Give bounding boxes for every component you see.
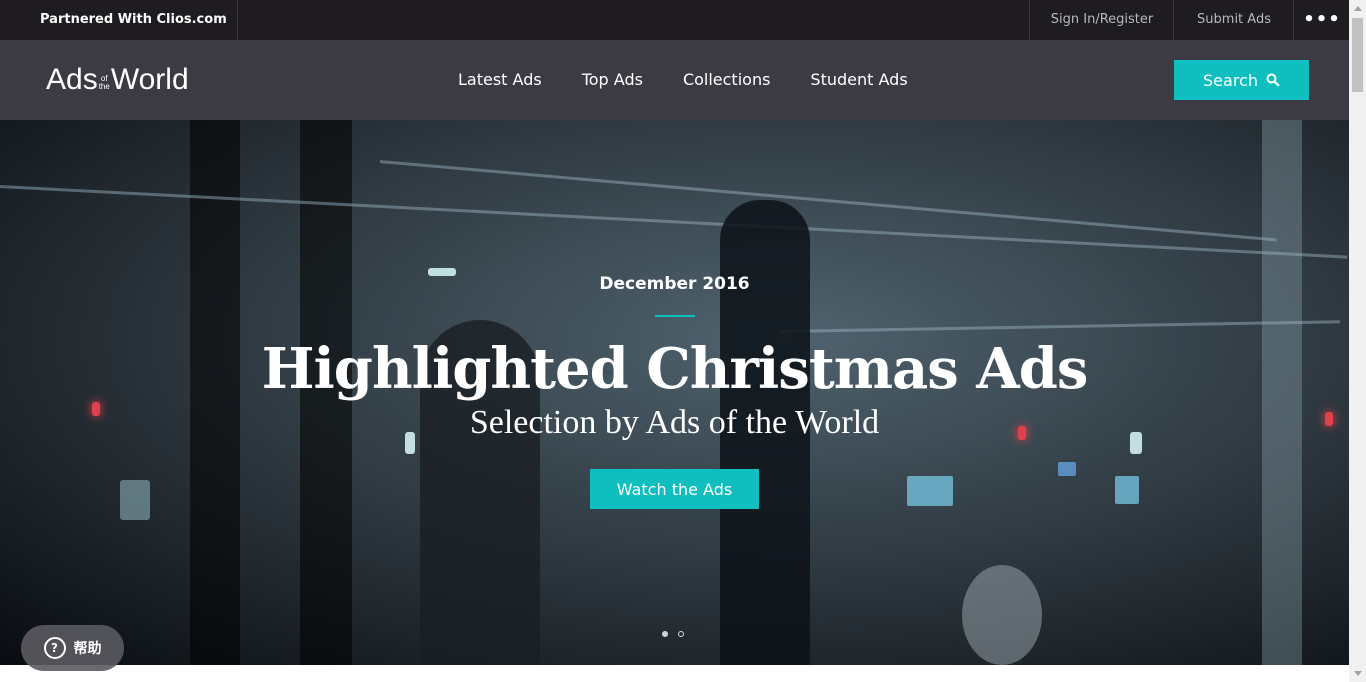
nav-latest-ads[interactable]: Latest Ads: [438, 40, 562, 120]
search-button[interactable]: Search: [1174, 60, 1309, 100]
carousel-dots: [662, 631, 684, 637]
carousel-dot-1[interactable]: [662, 631, 668, 637]
more-menu-button[interactable]: •••: [1293, 0, 1350, 40]
top-bar: Partnered With Clios.com Sign In/Registe…: [0, 0, 1349, 40]
sign-in-link[interactable]: Sign In/Register: [1029, 0, 1174, 40]
submit-ads-link[interactable]: Submit Ads: [1173, 0, 1294, 40]
nav-student-ads[interactable]: Student Ads: [790, 40, 927, 120]
site-logo[interactable]: Ads of the World: [46, 60, 189, 100]
watch-the-ads-button[interactable]: Watch the Ads: [590, 469, 759, 509]
hero-divider: [655, 315, 695, 317]
help-button[interactable]: ? 帮助: [21, 625, 124, 671]
nav-collections[interactable]: Collections: [663, 40, 790, 120]
logo-text-world: World: [110, 63, 189, 96]
scrollbar-thumb[interactable]: [1352, 18, 1363, 92]
hero-banner: December 2016 Highlighted Christmas Ads …: [0, 120, 1349, 665]
hero-subtitle: Selection by Ads of the World: [469, 404, 880, 441]
search-label: Search: [1203, 70, 1258, 90]
hero-title: Highlighted Christmas Ads: [261, 336, 1089, 402]
search-icon: [1266, 73, 1280, 87]
main-nav: Ads of the World Latest Ads Top Ads Coll…: [0, 40, 1349, 120]
nav-links: Latest Ads Top Ads Collections Student A…: [438, 40, 928, 120]
partner-link[interactable]: Partnered With Clios.com: [0, 0, 238, 40]
help-label: 帮助: [73, 641, 102, 657]
scroll-down-icon[interactable]: [1354, 671, 1362, 676]
page-scrollbar[interactable]: [1349, 0, 1366, 682]
logo-text-ads: Ads: [46, 63, 98, 96]
logo-small-text: of the: [98, 74, 110, 91]
hero-date: December 2016: [599, 274, 750, 294]
nav-top-ads[interactable]: Top Ads: [562, 40, 663, 120]
carousel-dot-2[interactable]: [678, 631, 684, 637]
question-icon: ?: [43, 637, 66, 659]
scroll-up-icon[interactable]: [1354, 6, 1362, 11]
